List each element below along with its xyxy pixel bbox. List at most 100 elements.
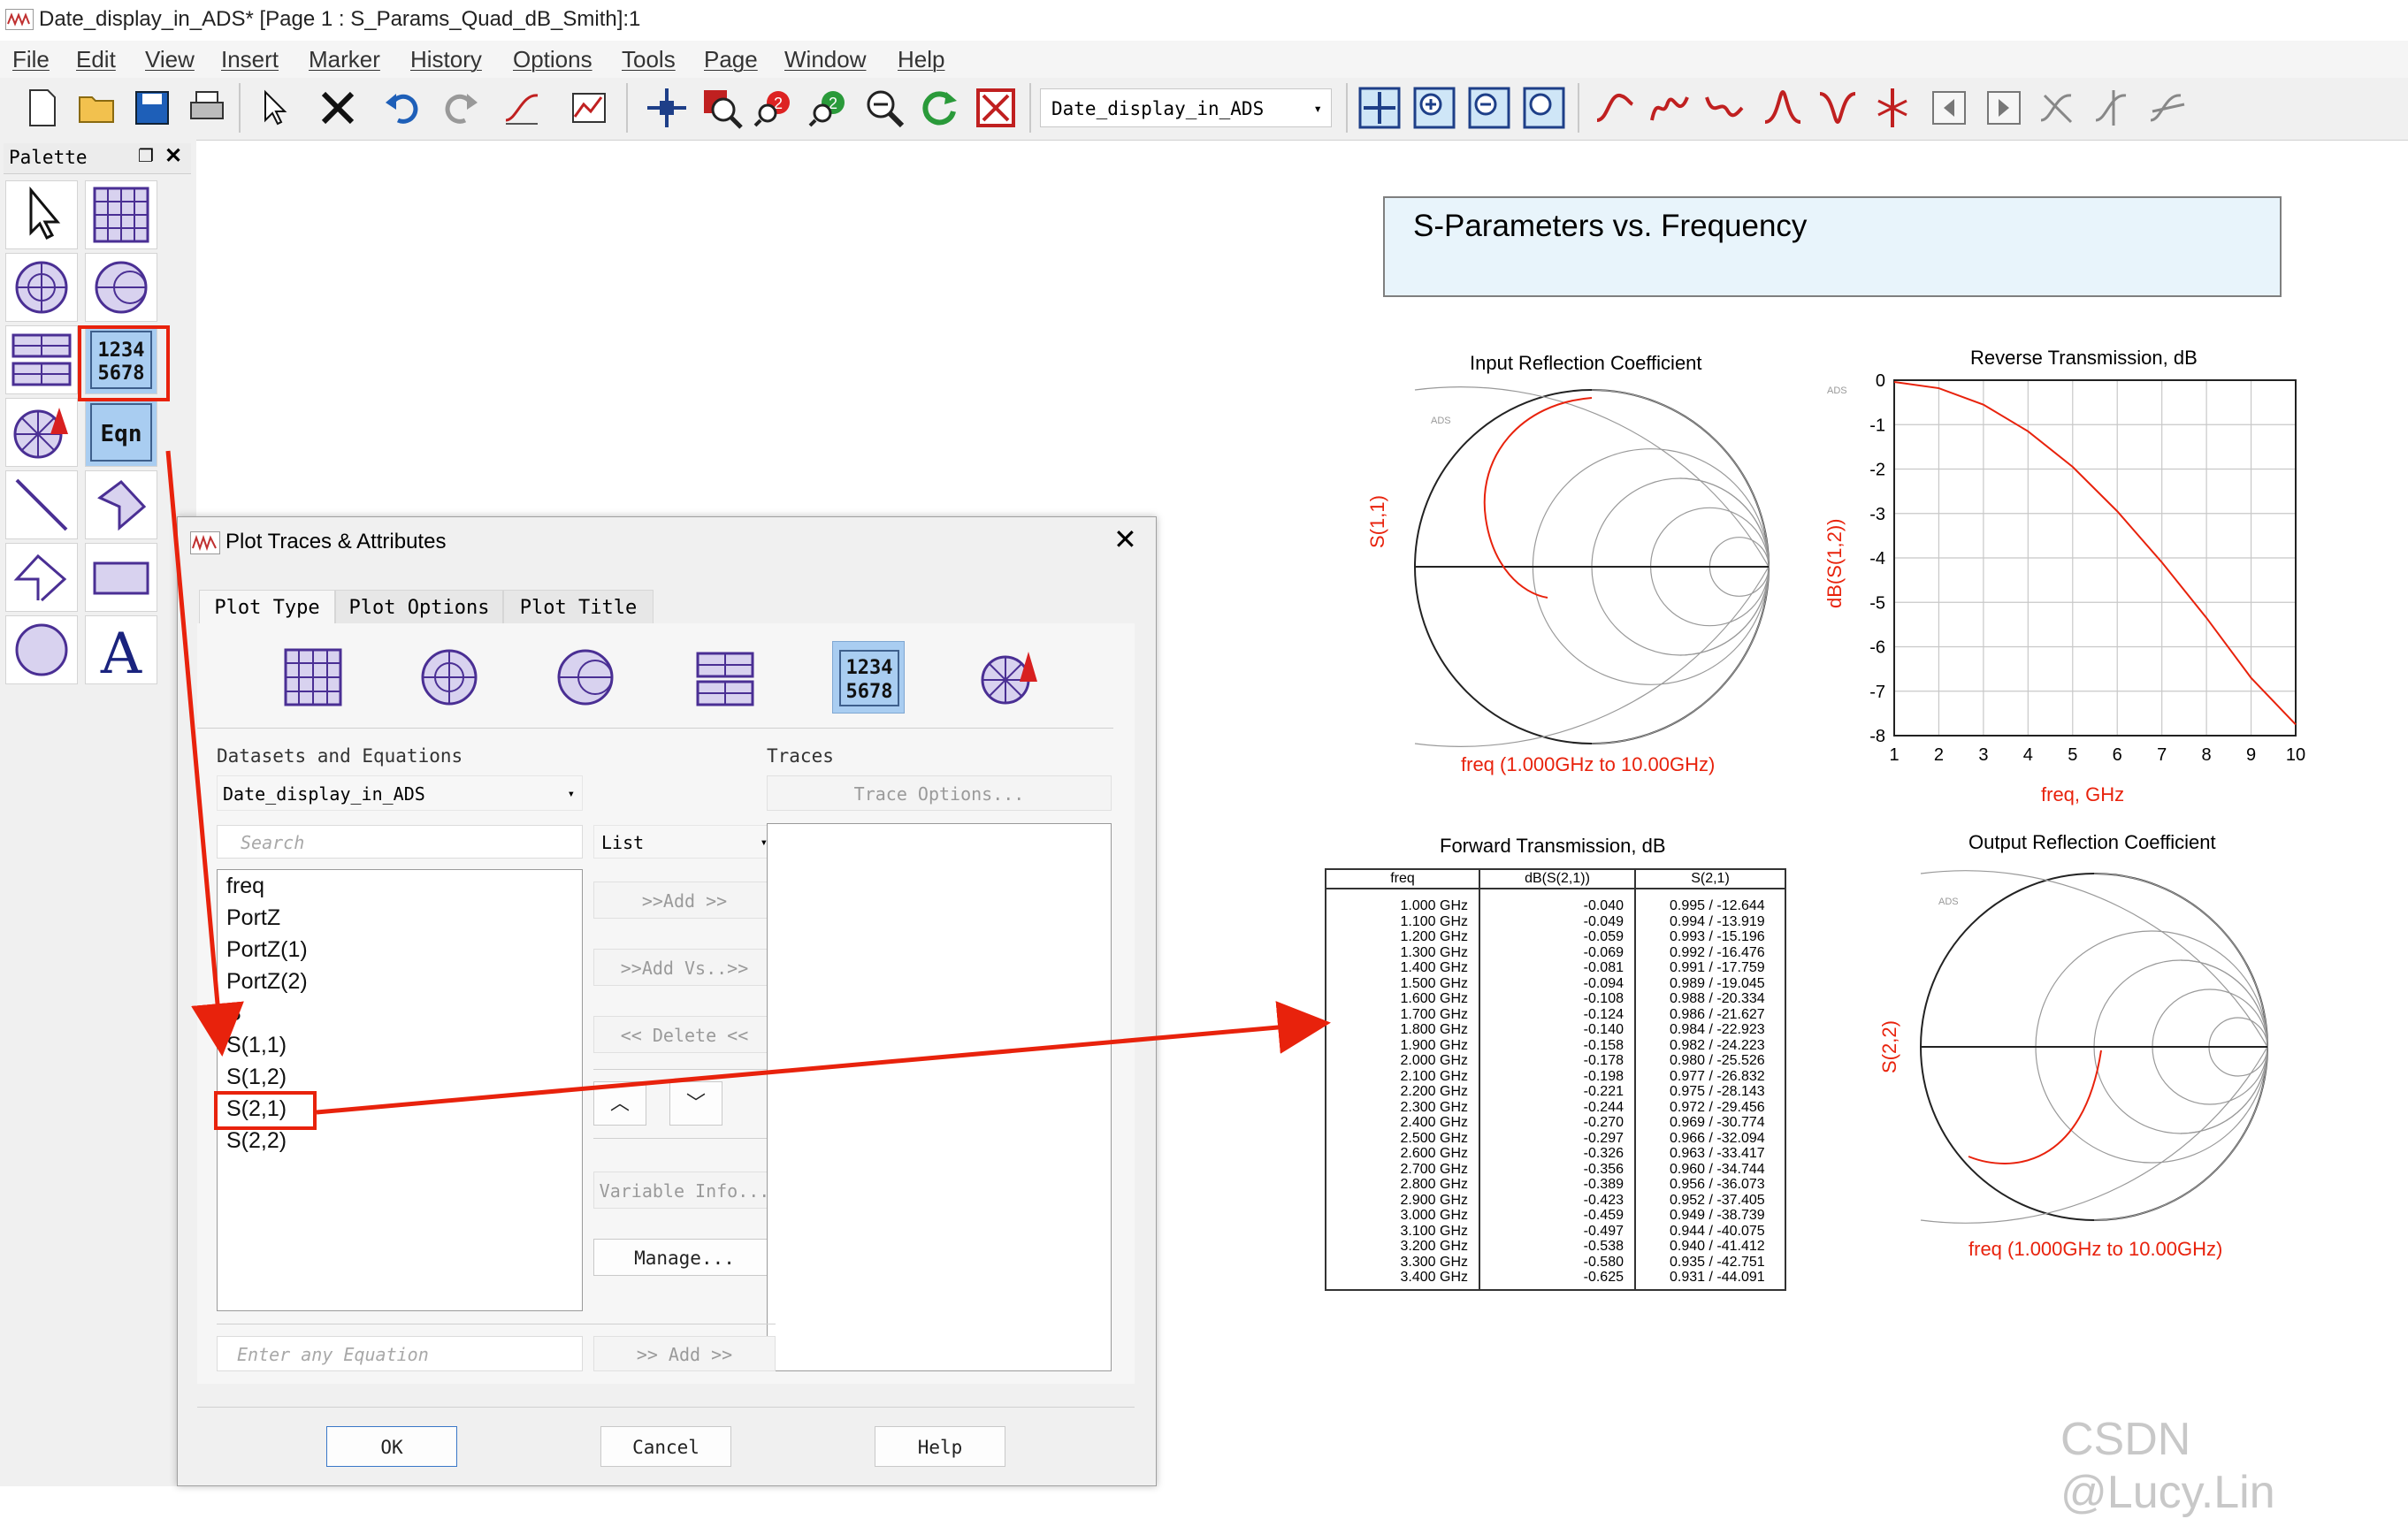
menu-options[interactable]: Options	[513, 46, 592, 73]
add-vs-button[interactable]: >>Add Vs..>>	[593, 949, 776, 986]
equation-icon[interactable]: Eqn	[85, 398, 157, 467]
smith-chart-s11[interactable]	[1406, 385, 1786, 757]
circle-icon[interactable]	[5, 615, 78, 684]
stop-icon[interactable]	[973, 85, 1019, 131]
delete-button[interactable]: << Delete <<	[593, 1016, 776, 1053]
menu-marker[interactable]: Marker	[309, 46, 380, 73]
menu-insert[interactable]: Insert	[221, 46, 279, 73]
antenna-plot-icon[interactable]	[974, 641, 1046, 714]
marker-gray-2-icon[interactable]	[2091, 85, 2137, 131]
delta-marker-icon[interactable]	[1869, 85, 1915, 131]
smith-chart-icon[interactable]	[549, 641, 622, 714]
manage-button[interactable]: Manage...	[593, 1239, 776, 1276]
save-icon[interactable]	[129, 85, 175, 131]
move-down-button[interactable]: ﹀	[669, 1081, 722, 1126]
variable-info-button[interactable]: Variable Info...	[593, 1172, 776, 1209]
zoom-fit-icon[interactable]	[1357, 85, 1403, 131]
menu-history[interactable]: History	[410, 46, 482, 73]
polar-plot-icon[interactable]	[413, 641, 485, 714]
open-folder-icon[interactable]	[74, 85, 120, 131]
cancel-button[interactable]: Cancel	[600, 1426, 731, 1467]
step-left-icon[interactable]	[1926, 85, 1972, 131]
data-table[interactable]: freq 1.000 GHz 1.100 GHz 1.200 GHz 1.300 GH…	[1325, 868, 1786, 1291]
dataset-select[interactable]: Date_display_in_ADS ▾	[217, 775, 583, 811]
polyline-icon[interactable]	[5, 543, 78, 612]
menu-tools[interactable]: Tools	[622, 46, 676, 73]
variables-list[interactable]: freq PortZ PortZ(1) PortZ(2) S S(1,1) S(…	[214, 869, 583, 1311]
marker-icon[interactable]	[1592, 85, 1638, 131]
menu-edit[interactable]: Edit	[76, 46, 116, 73]
zoom-plot-icon[interactable]	[1521, 85, 1567, 131]
page-header-box[interactable]: S-Parameters vs. Frequency	[1383, 196, 2282, 297]
zoom-out-plot-icon[interactable]	[1466, 85, 1512, 131]
zoom-in-plot-icon[interactable]	[1411, 85, 1457, 131]
trace-options-button[interactable]: Trace Options...	[767, 775, 1112, 811]
select-arrow-icon[interactable]	[5, 180, 78, 249]
text-icon[interactable]: A	[85, 615, 157, 687]
list-item[interactable]: freq	[226, 874, 264, 899]
antenna-plot-icon[interactable]	[5, 398, 78, 467]
list-item[interactable]: S(2,2)	[226, 1128, 287, 1154]
marker-gray-3-icon[interactable]	[2145, 85, 2191, 131]
plot-icon[interactable]	[566, 85, 612, 131]
list-table-icon[interactable]: 1234 5678	[832, 641, 905, 714]
marker-min-icon[interactable]	[1701, 85, 1747, 131]
menu-file[interactable]: File	[12, 46, 50, 73]
smith-chart-s22[interactable]	[1907, 865, 2278, 1236]
redo-icon[interactable]	[437, 85, 483, 131]
list-item[interactable]: PortZ	[226, 905, 280, 931]
close-icon[interactable]: ✕	[164, 143, 182, 169]
zoom-icon[interactable]	[861, 85, 907, 131]
traces-list[interactable]	[767, 823, 1112, 1371]
restore-icon[interactable]: ❐	[138, 145, 154, 167]
add-equation-button[interactable]: >> Add >>	[593, 1336, 776, 1371]
move-icon[interactable]	[644, 85, 690, 131]
list-item[interactable]: PortZ(1)	[226, 937, 308, 963]
insert-trace-icon[interactable]	[499, 85, 545, 131]
zoom-out-icon[interactable]: 2	[806, 85, 852, 131]
delete-x-icon[interactable]	[315, 85, 361, 131]
stacked-plot-icon[interactable]	[5, 325, 78, 394]
list-item[interactable]: PortZ(2)	[226, 969, 308, 995]
marker-peak-icon[interactable]	[1760, 85, 1806, 131]
tab-plot-title[interactable]: Plot Title	[503, 590, 654, 625]
add-button[interactable]: >>Add >>	[593, 882, 776, 919]
step-right-icon[interactable]	[1981, 85, 2027, 131]
smith-chart-icon[interactable]	[85, 253, 157, 322]
undo-icon[interactable]	[380, 85, 426, 131]
new-page-icon[interactable]	[19, 85, 65, 131]
zoom-area-icon[interactable]	[699, 85, 745, 131]
list-mode-select[interactable]: List ▾	[593, 825, 776, 859]
tab-plot-type[interactable]: Plot Type	[199, 590, 335, 625]
ok-button[interactable]: OK	[326, 1426, 457, 1467]
help-button[interactable]: Help	[875, 1426, 1005, 1467]
search-input[interactable]: Search	[217, 825, 583, 859]
dataset-combo[interactable]: Date_display_in_ADS ▾	[1040, 88, 1332, 127]
stacked-plot-icon[interactable]	[689, 641, 761, 714]
marker-valley-icon[interactable]	[1815, 85, 1861, 131]
list-item[interactable]: S(1,2)	[226, 1065, 287, 1090]
polygon-icon[interactable]	[85, 470, 157, 539]
list-item[interactable]: S	[226, 1001, 241, 1027]
zoom-in-icon[interactable]: 2	[752, 85, 798, 131]
rectangular-plot-icon[interactable]	[85, 180, 157, 249]
menu-window[interactable]: Window	[784, 46, 866, 73]
reverse-transmission-plot[interactable]: 1 2 3 4 5 6 7 8 9 10 0 -1 -2 -3 -4 -5 -6 -7 -8	[1848, 371, 2308, 769]
list-item[interactable]: S(1,1)	[226, 1033, 287, 1058]
line-icon[interactable]	[5, 470, 78, 539]
marker-gray-1-icon[interactable]	[2036, 85, 2082, 131]
menu-help[interactable]: Help	[898, 46, 944, 73]
polar-plot-icon[interactable]	[5, 253, 78, 322]
print-icon[interactable]	[184, 85, 230, 131]
menu-page[interactable]: Page	[704, 46, 758, 73]
marker-max-icon[interactable]	[1647, 85, 1693, 131]
rectangular-plot-icon[interactable]	[277, 641, 349, 714]
tab-plot-options[interactable]: Plot Options	[335, 590, 503, 625]
select-arrow-icon[interactable]	[251, 85, 297, 131]
rectangle-icon[interactable]	[85, 543, 157, 612]
move-up-button[interactable]: ︿	[593, 1081, 646, 1126]
refresh-icon[interactable]	[916, 85, 962, 131]
equation-input[interactable]: Enter any Equation	[217, 1336, 583, 1371]
dialog-close-icon[interactable]: ✕	[1113, 523, 1137, 556]
menu-view[interactable]: View	[145, 46, 195, 73]
